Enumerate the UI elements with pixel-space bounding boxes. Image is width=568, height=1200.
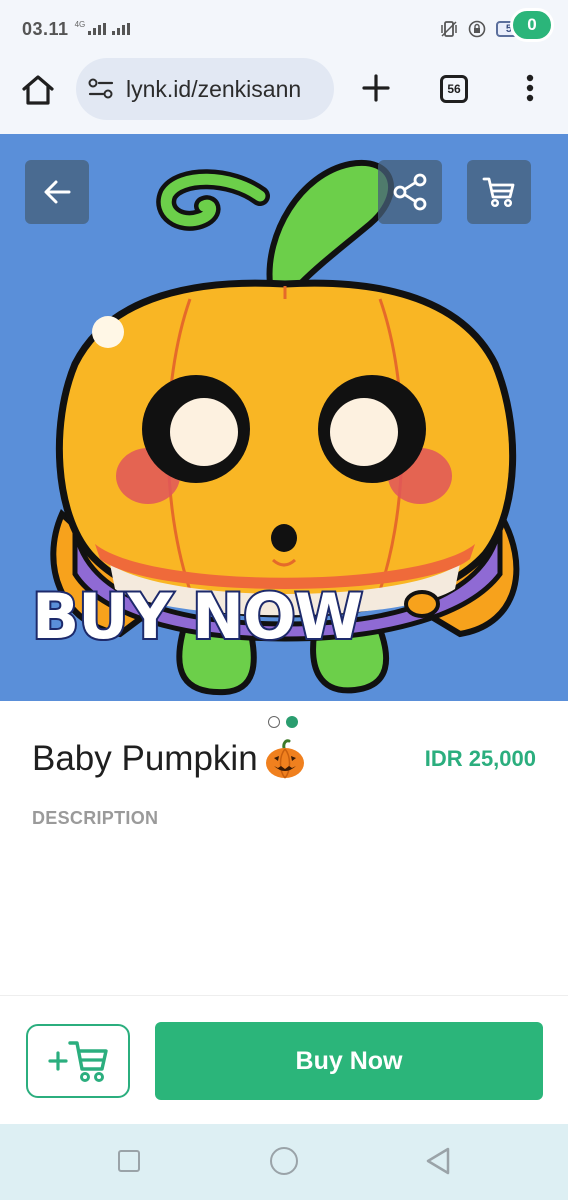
recent-apps-button[interactable] — [118, 1150, 140, 1172]
product-image[interactable]: BUY NOW — [0, 134, 568, 701]
buy-now-button[interactable]: Buy Now — [155, 1022, 543, 1100]
image-carousel-dots — [268, 716, 298, 728]
carousel-dot-2[interactable] — [286, 716, 298, 728]
add-cart-icon — [48, 1041, 108, 1082]
cart-count-badge: 0 — [510, 8, 554, 42]
bottom-action-bar: Buy Now — [0, 995, 568, 1123]
back-button[interactable] — [25, 160, 89, 224]
vibrate-icon — [441, 21, 457, 37]
address-bar[interactable]: lynk.id/zenkisann — [76, 58, 334, 120]
description-heading: DESCRIPTION — [32, 808, 159, 828]
lock-rotation-icon — [468, 20, 486, 38]
cart-button[interactable] — [467, 160, 531, 224]
carousel-dot-1[interactable] — [268, 716, 280, 728]
tab-switcher-button[interactable]: 56 — [440, 75, 468, 103]
back-nav-icon[interactable] — [424, 1146, 452, 1176]
system-navigation-bar — [0, 1124, 568, 1200]
pumpkin-emoji-icon — [265, 739, 304, 779]
browser-toolbar: lynk.id/zenkisann 56 — [0, 58, 568, 134]
cart-icon — [482, 177, 515, 208]
more-icon[interactable] — [520, 72, 540, 104]
plus-icon[interactable] — [360, 72, 392, 104]
screen: 03.11 4G 52 — [0, 0, 568, 1200]
signal-icon-2 — [112, 23, 131, 35]
site-settings-icon[interactable] — [88, 78, 114, 100]
product-title: Baby Pumpkin — [32, 738, 306, 780]
product-price: IDR 25,000 — [424, 746, 536, 771]
status-bar: 03.11 4G 52 — [0, 0, 568, 58]
status-time: 03.11 — [22, 18, 69, 39]
back-arrow-icon — [44, 180, 71, 204]
share-icon — [393, 173, 427, 211]
add-to-cart-button[interactable] — [26, 1024, 130, 1098]
network-label: 4G — [74, 19, 86, 29]
signal-icon — [88, 23, 107, 35]
product-title-text: Baby Pumpkin — [32, 739, 258, 778]
home-nav-button[interactable] — [270, 1147, 298, 1175]
share-button[interactable] — [378, 160, 442, 224]
home-icon[interactable] — [20, 72, 56, 108]
buy-now-overlay-text: BUY NOW — [30, 578, 365, 655]
url-text: lynk.id/zenkisann — [126, 75, 302, 102]
